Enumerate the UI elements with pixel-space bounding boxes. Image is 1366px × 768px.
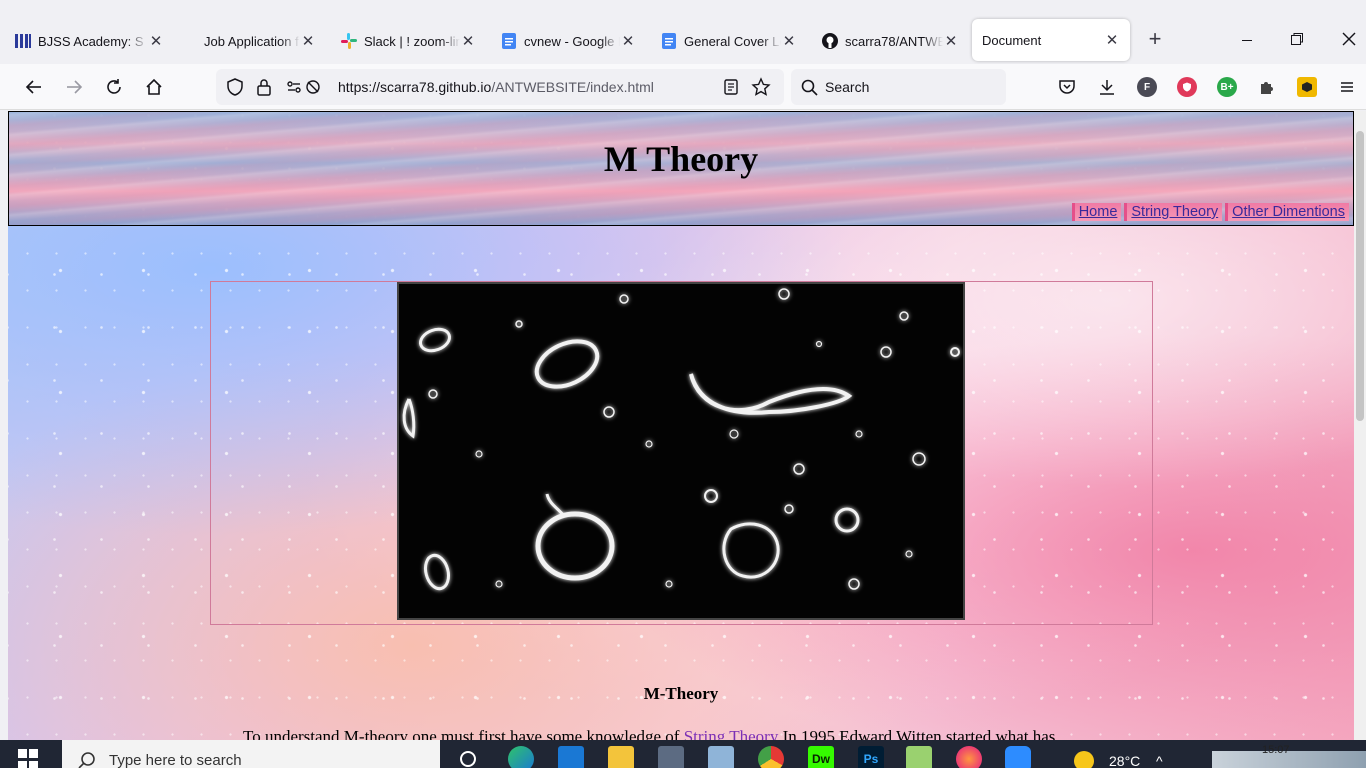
page-title: M Theory [603, 139, 759, 179]
chrome-icon[interactable] [758, 746, 784, 768]
tab-close-icon[interactable]: ✕ [300, 32, 316, 50]
tab-close-icon[interactable]: ✕ [781, 32, 797, 50]
article-text: To understand M-theory one must first ha… [243, 727, 684, 740]
tab-github[interactable]: scarra78/ANTWE ✕ [821, 22, 959, 60]
menu-hamburger-icon[interactable] [1335, 75, 1359, 99]
tab-title: General Cover Le [684, 33, 781, 49]
tab-title: Slack | ! zoom-lin [364, 33, 460, 49]
search-placeholder: Search [825, 79, 870, 95]
taskbar-search-box[interactable]: Type here to search [62, 740, 440, 768]
file-explorer-icon[interactable] [608, 746, 634, 768]
nav-link-string-theory[interactable]: String Theory [1124, 203, 1223, 221]
page-scrollbar[interactable] [1354, 111, 1366, 740]
scrollbar-thumb[interactable] [1356, 131, 1364, 421]
tab-cvnew[interactable]: cvnew - Google D ✕ [500, 22, 636, 60]
forward-button[interactable] [62, 75, 86, 99]
firefox-icon[interactable] [956, 746, 982, 768]
notepadpp-icon[interactable] [906, 746, 932, 768]
back-button[interactable] [22, 75, 46, 99]
nav-link-other-dimentions[interactable]: Other Dimentions [1225, 203, 1349, 221]
extension-f-icon[interactable]: F [1137, 77, 1157, 97]
downloads-icon[interactable] [1095, 75, 1119, 99]
new-tab-button[interactable]: + [1143, 28, 1167, 52]
extensions-puzzle-icon[interactable] [1255, 75, 1279, 99]
windows-taskbar: Type here to search Dw Ps 28°C ^ 15:07 [0, 740, 1366, 768]
minimize-button[interactable] [1232, 28, 1262, 52]
tab-title: Document [982, 32, 1042, 48]
bookmark-star-icon[interactable] [751, 77, 771, 102]
tab-cover-letter[interactable]: General Cover Le ✕ [660, 22, 797, 60]
tab-close-icon[interactable]: ✕ [620, 32, 636, 50]
close-window-button[interactable] [1334, 28, 1364, 52]
permissions-icon[interactable] [286, 78, 320, 101]
string-theory-link[interactable]: String Theory [684, 727, 779, 740]
edge-icon[interactable] [508, 746, 534, 768]
tab-close-icon[interactable]: ✕ [148, 32, 164, 50]
tab-title: BJSS Academy: S [38, 33, 144, 49]
article-heading: M-Theory [643, 684, 719, 703]
tab-close-icon[interactable]: ✕ [1104, 31, 1120, 49]
string-loops-image [402, 288, 960, 591]
web-page: M Theory Home String Theory Other Diment… [8, 111, 1354, 740]
notepad-icon[interactable] [708, 746, 734, 768]
string-loops-video[interactable] [397, 282, 965, 620]
tab-job-application[interactable]: Job Application f ✕ [204, 22, 316, 60]
cortana-icon[interactable] [455, 746, 481, 768]
tray-chevron-icon[interactable]: ^ [1156, 753, 1163, 768]
photoshop-icon[interactable]: Ps [858, 746, 884, 768]
tab-close-icon[interactable]: ✕ [460, 32, 476, 50]
store-icon[interactable] [658, 746, 684, 768]
extension-hex-icon[interactable] [1297, 77, 1317, 97]
nav-link-home[interactable]: Home [1071, 203, 1122, 221]
windows-start-icon[interactable] [18, 749, 40, 768]
weather-temperature[interactable]: 28°C [1109, 753, 1140, 768]
zoom-icon[interactable] [1005, 746, 1031, 768]
tab-bjss[interactable]: BJSS Academy: S ✕ [14, 22, 164, 60]
taskbar-search-placeholder: Type here to search [109, 752, 242, 768]
restore-button[interactable] [1282, 28, 1312, 52]
navigation-toolbar: https://scarra78.github.io/ANTWEBSITE/in… [0, 64, 1366, 110]
search-icon [801, 79, 818, 101]
tracking-shield-icon[interactable] [226, 78, 244, 101]
slack-icon [340, 32, 358, 50]
url-text[interactable]: https://scarra78.github.io/ANTWEBSITE/in… [338, 79, 654, 95]
tab-title: cvnew - Google D [524, 33, 620, 49]
dreamweaver-icon[interactable]: Dw [808, 746, 834, 768]
home-button[interactable] [142, 75, 166, 99]
pocket-icon[interactable] [1055, 75, 1079, 99]
extension-bplus-icon[interactable]: B+ [1217, 77, 1237, 97]
article-paragraph: To understand M-theory one must first ha… [243, 727, 1055, 740]
google-docs-icon [500, 32, 518, 50]
clock-time[interactable]: 15:07 [1262, 744, 1290, 756]
search-icon [78, 751, 96, 768]
reader-view-icon[interactable] [723, 78, 739, 101]
url-bar[interactable]: https://scarra78.github.io/ANTWEBSITE/in… [216, 69, 784, 105]
bjss-icon [14, 32, 32, 50]
weather-sun-icon [1074, 751, 1094, 768]
tab-title: Job Application f [204, 33, 299, 49]
tab-slack[interactable]: Slack | ! zoom-lin ✕ [340, 22, 476, 60]
extension-shield-icon[interactable] [1177, 77, 1197, 97]
mail-icon[interactable] [558, 746, 584, 768]
github-icon [821, 32, 839, 50]
tab-document[interactable]: Document ✕ [972, 19, 1130, 61]
tab-title: scarra78/ANTWE [845, 33, 943, 49]
article-text: In 1995 Edward Witten started what has [778, 727, 1056, 740]
google-docs-icon [660, 32, 678, 50]
search-bar[interactable]: Search [791, 69, 1006, 105]
reload-button[interactable] [102, 75, 126, 99]
site-nav: Home String Theory Other Dimentions [1071, 203, 1349, 221]
url-host: https://scarra78.github.io [338, 79, 492, 95]
tab-strip: BJSS Academy: S ✕ Job Application f ✕ Sl… [0, 0, 1366, 64]
url-path: /ANTWEBSITE/index.html [491, 79, 654, 95]
tab-close-icon[interactable]: ✕ [943, 32, 959, 50]
lock-icon[interactable] [256, 78, 272, 101]
site-header: M Theory Home String Theory Other Diment… [8, 111, 1354, 226]
